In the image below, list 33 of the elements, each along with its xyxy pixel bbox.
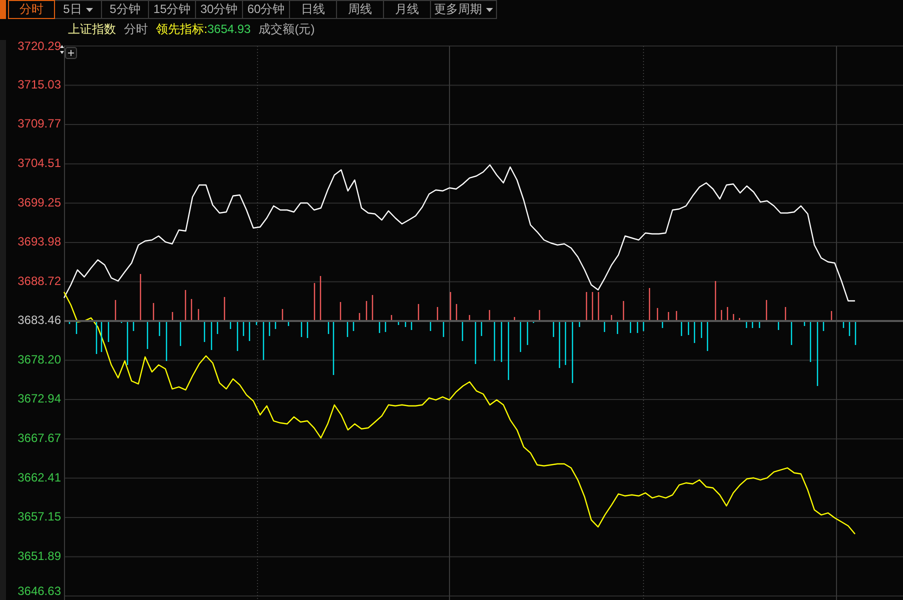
axis-label: 3646.63 xyxy=(18,584,61,598)
period-tab[interactable]: 15分钟 xyxy=(149,0,196,19)
axis-label: 3678.20 xyxy=(18,352,61,366)
period-tab[interactable]: 30分钟 xyxy=(196,0,243,19)
indicator-value: 3654.93 xyxy=(207,22,251,36)
resize-icon[interactable] xyxy=(60,45,64,54)
axis-label: 3657.15 xyxy=(18,510,61,524)
axis-label: 3662.41 xyxy=(18,470,61,484)
axis-label: 3704.51 xyxy=(18,156,61,170)
amount-label: 成交额(元) xyxy=(258,21,315,38)
period-tab[interactable]: 分时 xyxy=(8,0,55,19)
axis-label: 3720.29 xyxy=(18,40,61,54)
axis-label: 3693.98 xyxy=(18,234,61,249)
axis-label: 3715.03 xyxy=(18,77,61,92)
period-tab[interactable]: 60分钟 xyxy=(243,0,290,19)
period-tab[interactable]: 月线 xyxy=(384,0,431,19)
axis-label: 3651.89 xyxy=(18,548,61,563)
axis-label: 3672.94 xyxy=(18,392,61,406)
period-tab[interactable]: 5日 xyxy=(55,0,102,19)
index-name: 上证指数 xyxy=(68,21,116,38)
panel-edge xyxy=(0,0,6,19)
indicator-label: 领先指标: xyxy=(156,22,208,36)
axis-label: 3709.77 xyxy=(18,116,61,131)
axis-label: 3667.67 xyxy=(18,431,61,446)
axis-label: 3699.25 xyxy=(18,195,61,210)
period-tab[interactable]: 更多周期 xyxy=(431,0,497,19)
period-tab[interactable]: 日线 xyxy=(290,0,337,19)
chart-mode: 分时 xyxy=(124,21,148,38)
period-tab[interactable]: 5分钟 xyxy=(102,0,149,19)
axis-label: 3683.46 xyxy=(18,313,61,328)
plus-icon[interactable] xyxy=(65,47,77,59)
axis-label: 3688.72 xyxy=(18,274,61,288)
period-tab[interactable]: 周线 xyxy=(337,0,384,19)
